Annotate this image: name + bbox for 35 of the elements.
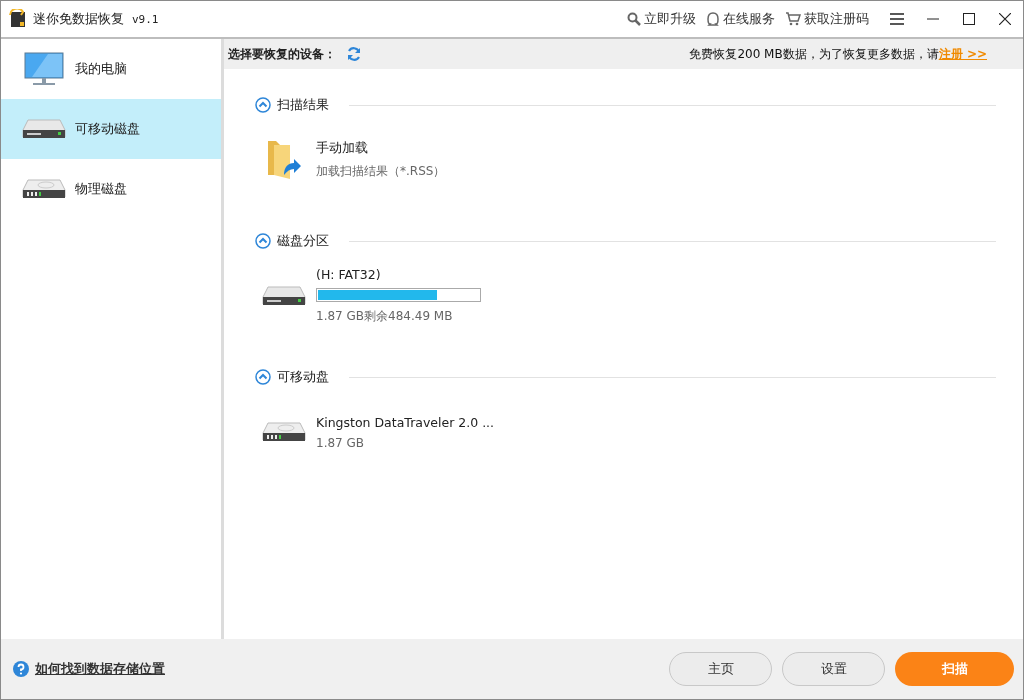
help-link[interactable]: 如何找到数据存储位置 [35,660,165,678]
drive-icon [22,118,66,140]
section-title: 可移动盘 [277,368,329,386]
magnifier-icon [627,12,641,26]
collapse-icon[interactable] [255,369,271,385]
toolbar-link[interactable]: 在线服务 [706,10,775,28]
toolbar-link[interactable]: 立即升级 [627,10,696,28]
monitor-icon [24,52,64,86]
drive-icon [262,285,306,307]
folder-icon [266,139,302,181]
item-detail: 加载扫描结果（*.RSS） [316,163,446,180]
item-detail: 1.87 GB [316,435,366,450]
section-title: 磁盘分区 [277,232,329,250]
footer-button[interactable]: 设置 [782,652,885,686]
item-name[interactable]: (H: FAT32) [316,267,481,282]
footer-button[interactable]: 主页 [669,652,772,686]
sidebar-item[interactable]: 我的电脑 [1,39,221,99]
collapse-icon[interactable] [255,97,271,113]
window-title: 迷你免数据恢复 [33,10,124,28]
version-label: v9.1 [132,12,159,26]
refresh-icon[interactable] [346,46,362,62]
sidebar-item[interactable]: 可移动磁盘 [1,99,221,159]
item-name[interactable]: Kingston DataTraveler 2.0 ... [316,414,495,430]
section-title: 扫描结果 [277,96,329,114]
cart-icon [785,12,801,26]
collapse-icon[interactable] [255,233,271,249]
device-prompt: 选择要恢复的设备： [228,45,336,63]
app-logo-icon [9,9,27,29]
help-icon [13,661,29,677]
sidebar-item[interactable]: 物理磁盘 [1,159,221,219]
item-name[interactable]: 手动加载 [316,140,446,157]
free-quota-notice: 免费恢复200 MB数据，为了恢复更多数据，请 [689,45,939,63]
chat-bubble-icon [706,12,720,26]
item-detail: 1.87 GB剩余484.49 MB [316,308,454,325]
toolbar-link[interactable]: 获取注册码 [785,10,869,28]
